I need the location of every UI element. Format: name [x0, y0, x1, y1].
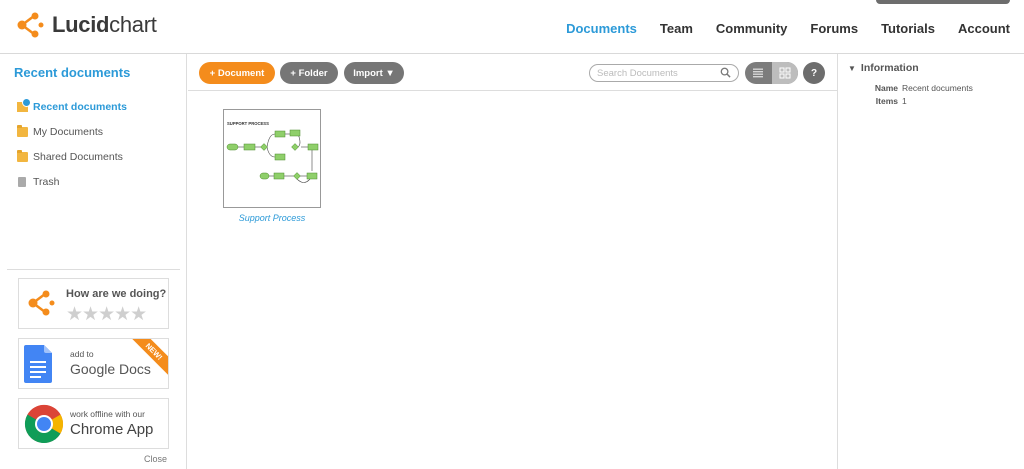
promo-chrome-small-text: work offline with our — [70, 409, 145, 419]
sidebar-divider — [7, 269, 180, 270]
information-panel: ▼ Information Name Recent documents Item… — [837, 54, 1024, 469]
star-rating-icon[interactable]: ★★★★★ — [66, 303, 147, 326]
sidebar-item-label: Trash — [33, 175, 60, 188]
flowchart-preview: SUPPORT PROCESS — [226, 121, 319, 183]
chrome-app-promo[interactable]: work offline with our Chrome App — [18, 398, 169, 449]
app-header: Lucidchart Documents Team Community Foru… — [0, 0, 1024, 54]
information-toggle[interactable]: ▼ Information — [848, 62, 919, 74]
google-docs-icon — [24, 345, 52, 383]
feedback-prompt: How are we doing? — [66, 288, 167, 300]
folder-icon — [17, 149, 28, 162]
nav-community[interactable]: Community — [716, 21, 788, 36]
sidebar-item-recent-documents[interactable]: Recent documents — [17, 94, 127, 119]
sidebar-item-label: My Documents — [33, 125, 104, 138]
promo-chrome-big-text: Chrome App — [70, 421, 154, 438]
folder-icon — [17, 124, 28, 137]
document-thumbnail[interactable]: SUPPORT PROCESS — [223, 109, 321, 208]
view-toggle — [745, 62, 798, 84]
chrome-icon — [24, 404, 64, 444]
nav-tutorials[interactable]: Tutorials — [881, 21, 935, 36]
thumbnail-title: SUPPORT PROCESS — [227, 121, 269, 126]
lucidchart-logo[interactable]: Lucidchart — [14, 10, 157, 40]
sidebar-item-trash[interactable]: Trash — [17, 169, 127, 194]
sidebar-item-my-documents[interactable]: My Documents — [17, 119, 127, 144]
nav-forums[interactable]: Forums — [810, 21, 858, 36]
lucidchart-mark-icon — [28, 290, 55, 316]
lucidchart-logo-icon — [17, 12, 44, 38]
collapse-triangle-icon: ▼ — [848, 63, 856, 73]
information-title: Information — [860, 62, 919, 74]
new-folder-button[interactable]: + Folder — [280, 62, 338, 84]
promo-docs-big-text: Google Docs — [70, 361, 151, 377]
info-row-name: Name Recent documents — [848, 83, 973, 93]
close-promos-link[interactable]: Close — [144, 454, 167, 464]
document-name-link[interactable]: Support Process — [207, 213, 337, 223]
main-nav: Documents Team Community Forums Tutorial… — [543, 21, 1010, 36]
help-button[interactable]: ? — [803, 62, 825, 84]
google-docs-promo[interactable]: add to Google Docs NEW! — [18, 338, 169, 389]
sidebar-item-label: Shared Documents — [33, 150, 123, 163]
sidebar-item-label: Recent documents — [33, 100, 127, 113]
grid-view-icon[interactable] — [772, 62, 798, 84]
feedback-rating-promo[interactable]: How are we doing? ★★★★★ — [18, 278, 169, 329]
logo-text-light: chart — [109, 12, 157, 37]
sidebar-item-shared-documents[interactable]: Shared Documents — [17, 144, 127, 169]
promo-docs-small-text: add to — [70, 349, 94, 359]
import-button[interactable]: Import ▼ — [344, 62, 404, 84]
logo-text: Lucidchart — [52, 12, 157, 38]
list-view-icon[interactable] — [745, 62, 771, 84]
folder-list: Recent documents My Documents Shared Doc… — [17, 94, 127, 194]
info-value: 1 — [902, 96, 907, 106]
search-box — [589, 64, 739, 82]
recent-folder-icon — [17, 97, 31, 112]
nav-documents[interactable]: Documents — [566, 21, 637, 36]
sidebar-title: Recent documents — [14, 65, 131, 80]
info-value: Recent documents — [902, 83, 973, 93]
search-icon[interactable] — [720, 67, 731, 78]
nav-team[interactable]: Team — [660, 21, 693, 36]
left-sidebar: Recent documents Recent documents My Doc… — [0, 54, 187, 469]
nav-account[interactable]: Account — [958, 21, 1010, 36]
trash-icon — [18, 176, 26, 187]
search-input[interactable] — [597, 66, 715, 80]
logo-text-bold: Lucid — [52, 12, 110, 37]
new-document-button[interactable]: + Document — [199, 62, 275, 84]
top-dropdown-tab[interactable] — [876, 0, 1010, 4]
info-key: Items — [875, 96, 898, 106]
info-key: Name — [874, 83, 898, 93]
document-toolbar: + Document + Folder Import ▼ ? — [188, 54, 837, 91]
info-row-items: Items 1 — [848, 96, 907, 106]
